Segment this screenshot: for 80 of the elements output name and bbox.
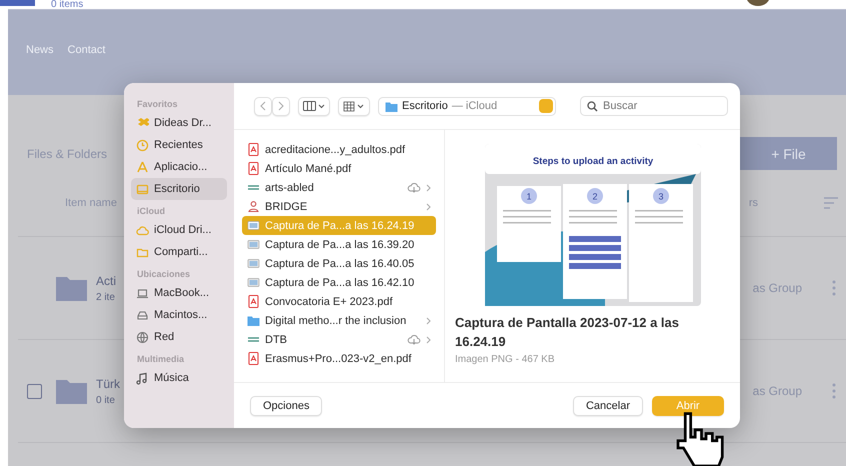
sidebar-item[interactable]: Comparti... xyxy=(131,241,227,263)
file-row[interactable]: Digital metho...r the inclusion xyxy=(242,311,436,330)
image-icon xyxy=(247,276,260,289)
image-icon xyxy=(247,219,260,232)
sidebar-item[interactable]: iCloud Dri... xyxy=(131,219,227,241)
folder-icon xyxy=(385,100,398,112)
back-button[interactable] xyxy=(254,96,272,116)
cloud-download-icon[interactable] xyxy=(407,334,421,345)
chevron-left-icon xyxy=(259,101,267,111)
more-icon[interactable] xyxy=(832,383,836,399)
sort-icon[interactable] xyxy=(824,197,838,209)
sidebar-heading: iCloud xyxy=(137,206,166,216)
search-field[interactable]: Buscar xyxy=(580,96,728,116)
grid-icon xyxy=(343,100,365,112)
clock-icon xyxy=(136,138,149,152)
pdf-icon xyxy=(247,143,260,156)
grid-view-button[interactable] xyxy=(338,96,370,116)
cloud-icon xyxy=(136,224,149,236)
person-icon xyxy=(247,200,260,213)
columns-icon xyxy=(303,101,325,111)
file-info: Imagen PNG - 467 KB xyxy=(455,354,556,365)
apps-icon xyxy=(136,160,149,174)
more-icon[interactable] xyxy=(832,280,836,296)
sidebar-item[interactable]: Dideas Dr... xyxy=(131,112,227,134)
file-row[interactable]: Convocatoria E+ 2023.pdf xyxy=(242,292,436,311)
chevron-right-icon[interactable] xyxy=(426,184,431,192)
file-row[interactable]: Artículo Mané.pdf xyxy=(242,159,436,178)
chevron-right-icon[interactable] xyxy=(426,202,431,210)
laptop-icon xyxy=(136,286,149,300)
owner-name: as Group xyxy=(752,384,802,398)
forward-button[interactable] xyxy=(272,96,290,116)
file-row[interactable]: Captura de Pa...a las 16.40.05 xyxy=(242,254,436,273)
folder-icon xyxy=(56,275,87,301)
pdf-icon xyxy=(247,162,260,175)
row-checkbox[interactable] xyxy=(27,384,42,398)
section-title: Files & Folders xyxy=(27,146,108,160)
step-number: 1 xyxy=(526,192,531,202)
item-count: 0 items xyxy=(51,0,84,9)
music-note-icon xyxy=(136,372,149,384)
desktop-icon xyxy=(136,182,149,196)
file-row[interactable]: Captura de Pa...a las 16.42.10 xyxy=(242,273,436,292)
item-count: 2 ite xyxy=(96,292,116,302)
item-count: 0 ite xyxy=(96,394,116,406)
pdf-icon xyxy=(247,352,260,365)
thumbnail-title: Steps to upload an activity xyxy=(532,156,653,167)
step-number: 2 xyxy=(592,192,597,202)
dialog-button[interactable]: Cancelar xyxy=(572,396,643,416)
folder-icon xyxy=(56,378,87,404)
sidebar-item[interactable]: Música xyxy=(131,367,227,389)
file-row[interactable]: arts-abled xyxy=(242,178,436,197)
sidebar-item[interactable]: Macintos... xyxy=(131,304,227,326)
file-row[interactable]: DTB xyxy=(242,330,436,349)
image-icon xyxy=(247,257,260,270)
dialog-button[interactable]: Opciones xyxy=(250,396,322,416)
location-popup[interactable]: Escritorio — iCloud xyxy=(378,96,556,116)
step-number: 3 xyxy=(658,192,663,202)
image-icon xyxy=(247,238,260,251)
sidebar-item[interactable]: MacBook... xyxy=(131,282,227,304)
owner-name: as Group xyxy=(752,281,802,295)
sidebar-heading: Favoritos xyxy=(137,99,179,109)
chevron-right-icon xyxy=(277,101,285,111)
sidebar-item[interactable]: Recientes xyxy=(131,134,227,156)
cloud-download-icon[interactable] xyxy=(407,182,421,193)
folder-icon xyxy=(247,314,260,327)
pdf-icon xyxy=(247,295,260,308)
globe-icon xyxy=(136,330,149,344)
columns-view-button[interactable] xyxy=(298,96,330,116)
chevron-right-icon[interactable] xyxy=(426,316,431,324)
search-icon xyxy=(587,101,598,112)
sidebar-item[interactable]: Aplicacio... xyxy=(131,156,227,178)
sidebar-heading: Ubicaciones xyxy=(137,269,192,279)
sidebar-item[interactable]: Red xyxy=(131,326,227,348)
sidebar-heading: Multimedia xyxy=(137,354,186,364)
file-title: Captura de Pantalla 2023-07-12 a las 16.24.19 xyxy=(455,314,680,351)
file-row[interactable]: acreditacione...y_adultos.pdf xyxy=(242,140,436,159)
chevron-right-icon[interactable] xyxy=(426,336,431,344)
file-row[interactable]: Captura de Pa...a las 16.39.20 xyxy=(242,235,436,254)
sidebar-item[interactable]: Escritorio xyxy=(131,178,227,200)
file-row[interactable]: Erasmus+Pro...023-v2_en.pdf xyxy=(242,349,436,368)
file-row[interactable]: BRIDGE xyxy=(242,197,436,216)
